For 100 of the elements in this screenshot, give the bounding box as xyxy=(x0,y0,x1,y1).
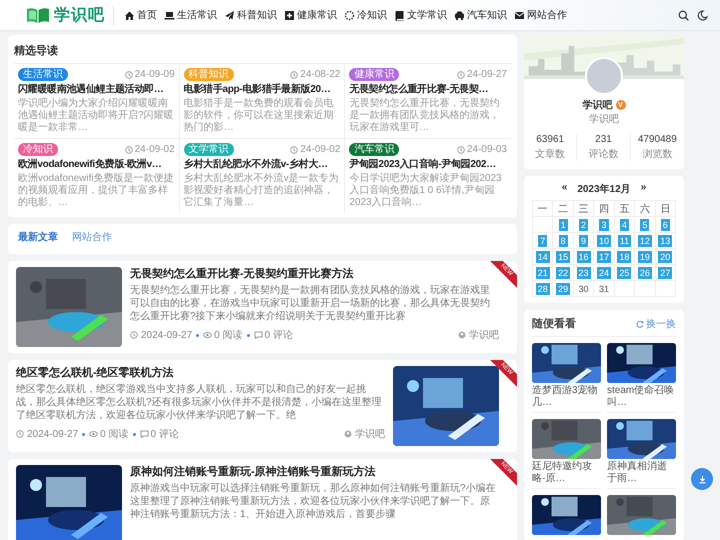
post-excerpt: 今日学识吧为大家解读尹甸园2023入口音响免费版1 0 6详情,尹甸园2023入口音响… xyxy=(349,173,503,209)
plus-square-icon xyxy=(284,10,295,20)
clock-icon xyxy=(130,331,139,339)
nav-link[interactable]: 科普知识 xyxy=(224,8,277,22)
calendar-day-link[interactable]: 5 xyxy=(640,218,650,230)
post-date: 2024-09-27 xyxy=(141,330,192,340)
post-excerpt: 乡村大乱纶肥水不外流v是一款专为影视爱好者精心打造的追剧神器，它汇集了海量… xyxy=(184,173,340,209)
calendar-day-link[interactable]: 8 xyxy=(558,234,568,246)
post-excerpt: 无畏契约怎么重开比赛，无畏契约是一款拥有团队竞技风格的游戏，玩家在游戏里可… xyxy=(349,98,500,134)
user-icon xyxy=(344,430,353,438)
calendar-day-link[interactable]: 29 xyxy=(556,282,570,294)
calendar-day-link[interactable]: 12 xyxy=(638,234,652,246)
category-tag[interactable]: 冷知识 xyxy=(18,143,58,156)
post-title-link[interactable]: steam使命召唤叫… xyxy=(607,385,676,413)
post-excerpt: 欧洲vodafonewifi免费版是一款便捷的视频观看应用，提供了丰富多样的电影、… xyxy=(18,173,175,209)
nav-link[interactable]: 冷知识 xyxy=(344,8,387,22)
comment-count: 0 评论 xyxy=(150,428,179,441)
post-title-link[interactable]: 原神真相消逝于雨… xyxy=(607,461,676,489)
calendar-day-link[interactable]: 7 xyxy=(538,234,548,246)
calendar-day-link[interactable]: 15 xyxy=(556,250,570,262)
download-button[interactable] xyxy=(691,468,713,490)
section-title: 精选导读 xyxy=(14,39,511,64)
theme-toggle-icon[interactable] xyxy=(697,10,708,20)
calendar-day: 31 xyxy=(596,282,611,294)
eye-icon xyxy=(89,430,98,438)
envelope-icon xyxy=(514,10,525,20)
clock-icon xyxy=(290,70,298,78)
article-title-link[interactable]: 原神如何注销账号重新玩-原神注销账号重新玩方法 xyxy=(130,465,499,479)
calendar-day-link[interactable]: 1 xyxy=(558,218,568,230)
car-icon xyxy=(454,10,465,20)
post-title-link[interactable]: 闪耀暖暖南池遇仙鲤主题活动即… xyxy=(18,83,175,96)
comment-count: 0 评论 xyxy=(264,329,293,342)
profile-subtitle: 学识吧 xyxy=(589,113,619,126)
article-title-link[interactable]: 无畏契约怎么重开比赛-无畏契约重开比赛方法 xyxy=(130,267,499,281)
section-title: 随便看看 xyxy=(532,316,576,331)
calendar-day-link[interactable]: 6 xyxy=(660,218,670,230)
post-date: 24-09-02 xyxy=(134,144,175,155)
article-excerpt: 无畏契约怎么重开比赛，无畏契约是一款拥有团队竞技风格的游戏，玩家在游戏里可以自由的比赛，在游戏当中玩家可以重新开启一场新的比赛，那么具体无畏契约怎么重开比赛?接下来小编就来介绍说明关于无畏契约重开比赛 xyxy=(130,284,491,323)
calendar-day-link[interactable]: 2 xyxy=(579,218,588,230)
calendar-day-link[interactable]: 17 xyxy=(596,250,611,262)
stat-label: 评论数 xyxy=(588,148,618,161)
category-tag[interactable]: 文学常识 xyxy=(184,143,234,156)
tab[interactable]: 最新文章 xyxy=(18,230,58,254)
clock-icon xyxy=(124,146,133,154)
user-icon xyxy=(458,331,467,339)
clock-icon xyxy=(290,146,298,154)
calendar-day-link[interactable]: 10 xyxy=(596,234,611,246)
calendar-day-link[interactable]: 23 xyxy=(576,266,591,278)
nav-link[interactable]: 首页 xyxy=(124,8,157,22)
nav-link[interactable]: 汽车知识 xyxy=(454,8,507,22)
calendar-day-link[interactable]: 11 xyxy=(618,234,632,246)
calendar-day-link[interactable]: 20 xyxy=(658,250,672,262)
calendar-day-link[interactable]: 28 xyxy=(536,282,550,294)
calendar-day-link[interactable]: 24 xyxy=(596,266,611,278)
calendar-day-link[interactable]: 26 xyxy=(638,266,652,278)
site-logo-text[interactable]: 学识吧 xyxy=(54,4,105,26)
category-tag[interactable]: 汽车常识 xyxy=(349,143,400,156)
calendar-day-link[interactable]: 21 xyxy=(536,266,550,278)
prev-month-link[interactable]: « xyxy=(562,182,568,196)
refresh-link[interactable]: 换一换 xyxy=(636,316,676,330)
post-title-link[interactable]: 电影猎手app-电影猎手最新版20… xyxy=(184,83,340,96)
nav-link[interactable]: 健康常识 xyxy=(284,8,337,22)
calendar-day-link[interactable]: 14 xyxy=(536,250,550,262)
post-date: 2024-09-27 xyxy=(27,428,78,440)
post-title-link[interactable]: 无畏契约怎么重开比赛-无畏契… xyxy=(349,83,507,96)
calendar-day-link[interactable]: 4 xyxy=(620,218,629,230)
post-date: 24-09-27 xyxy=(466,69,507,80)
laptop-icon xyxy=(164,10,175,20)
post-title-link[interactable]: 造梦西游3宠物几… xyxy=(532,385,601,413)
calendar-day-link[interactable]: 18 xyxy=(617,250,632,262)
calendar-day-link[interactable]: 9 xyxy=(579,234,588,246)
stat-label: 文章数 xyxy=(535,148,566,161)
calendar-day-link[interactable]: 27 xyxy=(658,266,672,278)
calendar-day-link[interactable]: 22 xyxy=(556,266,570,278)
article-title-link[interactable]: 绝区零怎么联机-绝区零联机方法 xyxy=(16,366,385,380)
calendar-day-link[interactable]: 3 xyxy=(599,218,608,230)
next-month-link[interactable]: » xyxy=(640,182,646,196)
tab[interactable]: 网站合作 xyxy=(72,230,112,254)
nav-link[interactable]: 文学常识 xyxy=(394,8,447,22)
weekday-label: 二 xyxy=(558,202,568,216)
search-icon[interactable] xyxy=(678,10,689,20)
category-tag[interactable]: 生活常识 xyxy=(18,68,68,81)
calendar-day-link[interactable]: 19 xyxy=(638,250,652,262)
post-date: 24-08-22 xyxy=(300,69,340,80)
calendar-day-link[interactable]: 25 xyxy=(617,266,632,278)
calendar-day-link[interactable]: 13 xyxy=(658,234,672,246)
clock-icon xyxy=(16,430,25,438)
nav-link[interactable]: 网站合作 xyxy=(514,8,567,22)
book-icon xyxy=(394,10,405,20)
post-title-link[interactable]: 廷尼特邀约攻略-原… xyxy=(532,461,601,489)
weekday-label: 一 xyxy=(538,202,548,216)
post-title-link[interactable]: 乡村大乱纶肥水不外流v-乡村大… xyxy=(184,158,340,171)
post-title-link[interactable]: 欧洲vodafonewifi免费版-欧洲v… xyxy=(18,158,175,171)
home-icon xyxy=(124,10,135,20)
category-tag[interactable]: 健康常识 xyxy=(349,68,400,81)
category-tag[interactable]: 科普知识 xyxy=(184,68,234,81)
calendar-day-link[interactable]: 16 xyxy=(576,250,591,262)
post-date: 24-09-03 xyxy=(466,144,507,155)
post-title-link[interactable]: 尹甸园2023入口音响-尹甸园202… xyxy=(349,158,507,171)
nav-link[interactable]: 生活常识 xyxy=(164,8,217,22)
